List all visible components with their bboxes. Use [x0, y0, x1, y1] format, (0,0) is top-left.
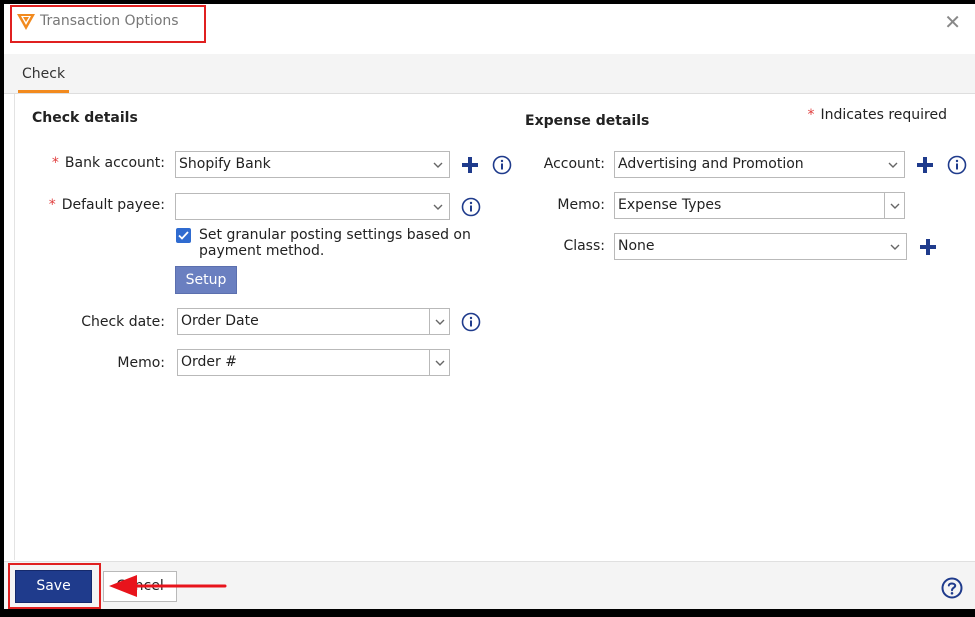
add-bank-account-plus-icon[interactable]: [461, 156, 479, 174]
app-logo-icon: [17, 14, 35, 30]
check-details-title: Check details: [32, 110, 138, 126]
default-payee-info-icon[interactable]: [461, 197, 481, 217]
check-date-select[interactable]: Order Date: [177, 308, 450, 335]
arrow-left-icon: [109, 575, 227, 597]
default-payee-select[interactable]: [175, 193, 450, 220]
dialog-titlebar: Transaction Options ✕: [4, 4, 975, 44]
bank-account-select[interactable]: Shopify Bank: [175, 151, 450, 178]
chevron-down-icon: [890, 244, 900, 250]
check-memo-dropdown-button[interactable]: [429, 350, 449, 375]
required-note: * Indicates required: [807, 107, 947, 123]
bank-account-label: * Bank account:: [51, 155, 165, 171]
bottom-border: [0, 609, 975, 617]
help-icon[interactable]: [941, 577, 963, 599]
chevron-down-icon: [433, 162, 443, 168]
dialog-footer: Cancel Save: [4, 561, 975, 609]
setup-button[interactable]: Setup: [175, 266, 237, 294]
check-memo-label: Memo:: [117, 355, 165, 371]
dialog-content: Check details * Bank account: Shopify Ban…: [14, 94, 975, 560]
expense-account-select[interactable]: Advertising and Promotion: [614, 151, 905, 178]
class-select[interactable]: None: [614, 233, 907, 260]
save-highlight-box: [8, 563, 101, 609]
granular-posting-label: Set granular posting settings based on p…: [199, 227, 471, 259]
class-label: Class:: [563, 238, 605, 254]
check-date-info-icon[interactable]: [461, 312, 481, 332]
bank-account-info-icon[interactable]: [492, 155, 512, 175]
expense-memo-select[interactable]: Expense Types: [614, 192, 905, 219]
chevron-down-icon: [888, 162, 898, 168]
add-class-plus-icon[interactable]: [919, 238, 937, 256]
check-date-label: Check date:: [81, 314, 165, 330]
check-date-dropdown-button[interactable]: [429, 309, 449, 334]
granular-posting-checkbox[interactable]: [176, 228, 191, 243]
expense-memo-label: Memo:: [557, 197, 605, 213]
expense-memo-dropdown-button[interactable]: [884, 193, 904, 218]
chevron-down-icon: [890, 203, 900, 209]
chevron-down-icon: [433, 204, 443, 210]
tab-bar: Check: [4, 54, 975, 94]
chevron-down-icon: [435, 360, 445, 366]
transaction-options-dialog: Transaction Options ✕ Check Check detail…: [4, 4, 975, 609]
checkmark-icon: [178, 231, 189, 240]
default-payee-label: * Default payee:: [48, 197, 165, 213]
add-account-plus-icon[interactable]: [916, 156, 934, 174]
expense-details-title: Expense details: [525, 113, 650, 129]
tab-check[interactable]: Check: [18, 66, 70, 93]
dialog-title: Transaction Options: [40, 13, 179, 29]
expense-account-info-icon[interactable]: [947, 155, 967, 175]
close-icon[interactable]: ✕: [944, 10, 961, 34]
expense-account-label: Account:: [543, 156, 605, 172]
chevron-down-icon: [435, 319, 445, 325]
check-memo-select[interactable]: Order #: [177, 349, 450, 376]
